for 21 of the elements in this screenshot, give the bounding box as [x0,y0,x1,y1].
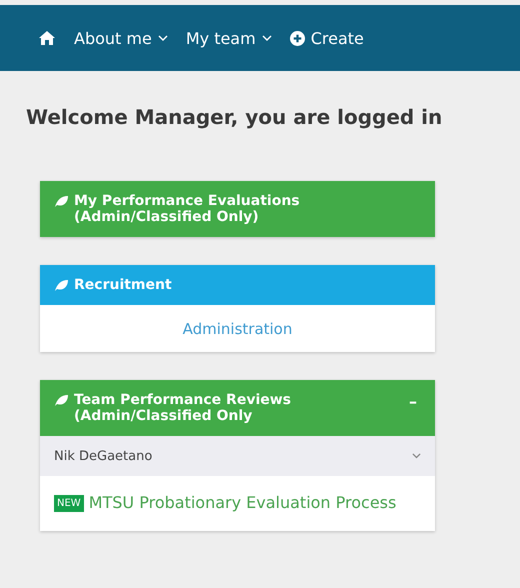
leaf-icon [54,195,69,208]
panel-title: Team Performance Reviews (Admin/Classified Only [74,392,292,424]
panel-header[interactable]: Recruitment [40,265,435,305]
create-link[interactable]: Create [290,28,364,48]
panel-link[interactable]: Administration [182,320,292,338]
chevron-down-icon [262,35,272,41]
leaf-icon [54,394,69,407]
panel-header[interactable]: Team Performance Reviews (Admin/Classified Only – [40,380,435,436]
home-icon[interactable] [38,30,56,46]
panel-title: Recruitment [74,277,172,293]
person-select[interactable]: Nik DeGaetano [40,436,435,476]
plus-circle-icon [290,30,305,46]
welcome-heading: Welcome Manager, you are logged in [26,105,444,129]
collapse-button[interactable]: – [405,392,421,411]
nav-menu[interactable]: About me [74,28,168,48]
panel-header[interactable]: My Performance Evaluations (Admin/Classified Only) [40,181,435,237]
leaf-icon [54,279,69,292]
chevron-down-icon [158,35,168,41]
chevron-down-icon [412,453,421,459]
panel-title: My Performance Evaluations (Admin/Classified Only) [74,193,301,225]
nav-menu[interactable]: My team [186,28,272,48]
